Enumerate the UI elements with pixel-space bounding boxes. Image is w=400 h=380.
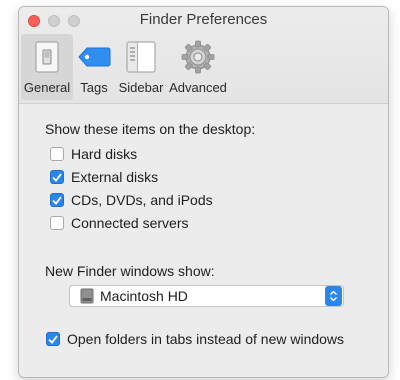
checkbox-label: Open folders in tabs instead of new wind… [67,331,345,347]
gear-icon [181,38,215,76]
toolbar: Finder Preferences General Tags Sidebar … [19,7,388,104]
checkmark-icon [52,172,62,182]
tab-sidebar[interactable]: Sidebar [115,34,167,100]
tab-tags[interactable]: Tags [73,34,115,100]
new-window-popup[interactable]: Macintosh HD [69,285,344,307]
window-title: Finder Preferences [139,11,268,28]
popup-arrows-icon[interactable] [325,286,342,306]
checkbox-label: Hard disks [71,146,138,162]
desktop-items-heading: Show these items on the desktop: [45,121,256,137]
popup-value: Macintosh HD [100,288,188,304]
new-window-heading: New Finder windows show: [45,263,215,279]
checkmark-icon [48,334,58,344]
preferences-tabs: General Tags Sidebar Advanced [21,34,229,100]
checkbox-hard-disks[interactable]: Hard disks [50,146,137,162]
sidebar-icon [126,38,156,76]
checkbox[interactable] [46,332,60,346]
checkbox[interactable] [50,147,64,161]
checkbox-open-in-tabs[interactable]: Open folders in tabs instead of new wind… [46,331,344,347]
checkbox-label: External disks [71,169,159,185]
checkbox[interactable] [50,216,64,230]
checkbox-external-disks[interactable]: External disks [50,169,158,185]
checkbox-connected-servers[interactable]: Connected servers [50,215,189,231]
tab-label: Tags [80,80,108,95]
tab-general[interactable]: General [21,34,73,100]
checkbox[interactable] [50,170,64,184]
checkmark-icon [52,195,62,205]
tag-icon [77,38,111,76]
tab-label: General [23,80,71,95]
tab-label: Sidebar [118,80,164,95]
tab-advanced[interactable]: Advanced [167,34,229,100]
checkbox[interactable] [50,193,64,207]
tab-label: Advanced [169,80,227,95]
general-switch-icon [35,38,59,76]
checkbox-cds-dvds-ipods[interactable]: CDs, DVDs, and iPods [50,192,213,208]
hard-drive-icon [80,288,94,304]
checkbox-label: CDs, DVDs, and iPods [71,192,213,208]
checkbox-label: Connected servers [71,215,189,231]
